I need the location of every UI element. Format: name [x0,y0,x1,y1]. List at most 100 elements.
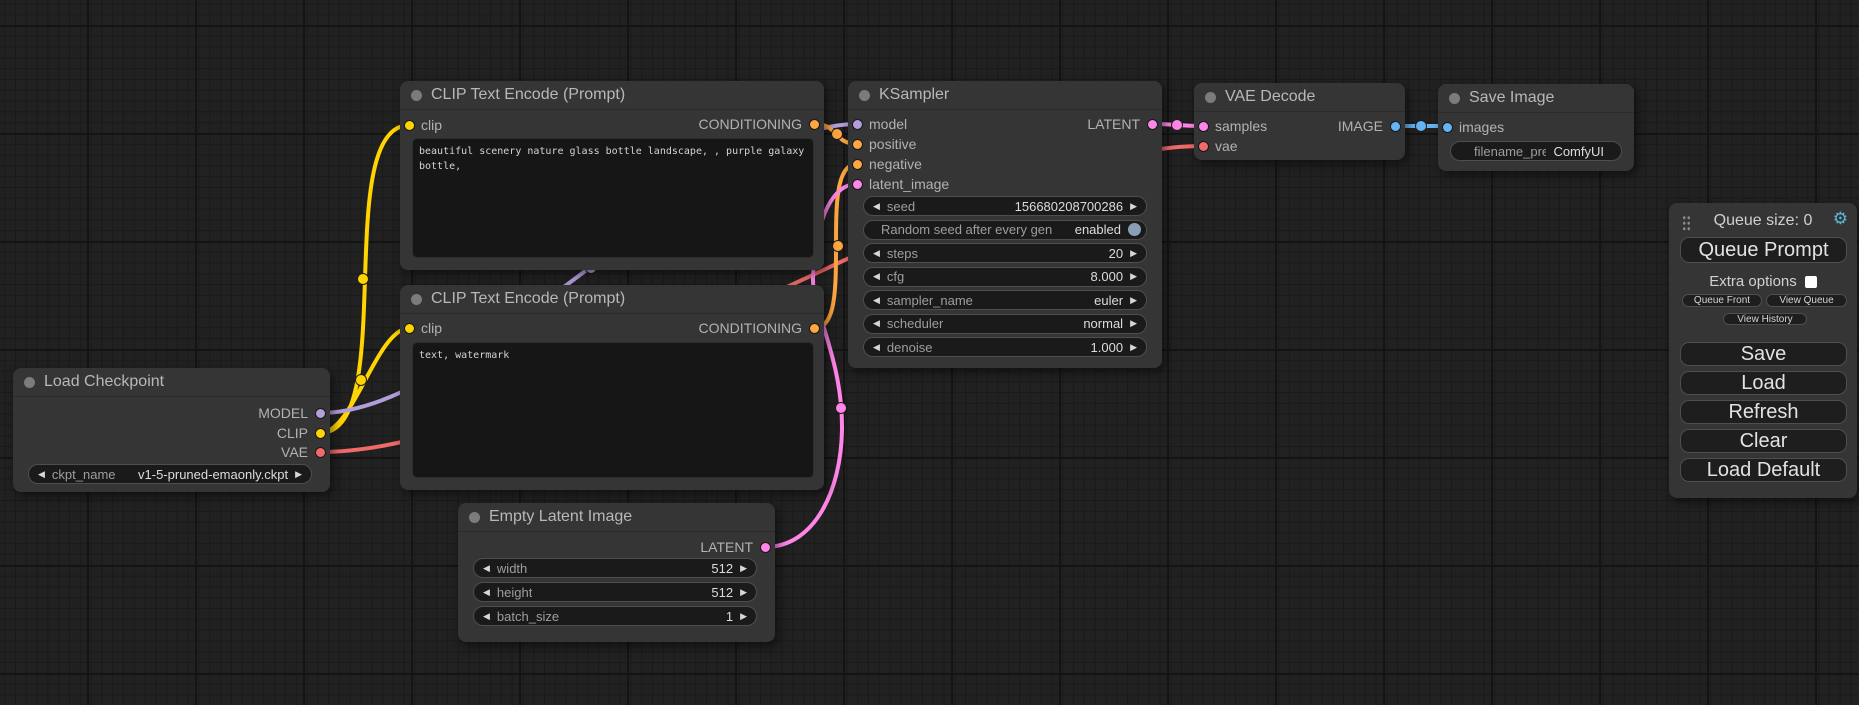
output-port-clip[interactable] [315,428,326,439]
increment-arrow-icon[interactable]: ▶ [1130,249,1137,258]
save-button[interactable]: Save [1680,342,1847,366]
widget-width[interactable]: ◀ width 512 ▶ [473,558,757,578]
input-label-clip: clip [421,116,442,134]
node-title-bar[interactable]: CLIP Text Encode (Prompt) [400,285,824,314]
output-port-latent[interactable] [1147,119,1158,130]
node-clip-text-encode-negative[interactable]: CLIP Text Encode (Prompt) clip CONDITION… [400,285,824,490]
input-port-images[interactable] [1442,122,1453,133]
output-port-vae[interactable] [315,447,326,458]
refresh-button[interactable]: Refresh [1680,400,1847,424]
widget-denoise[interactable]: ◀ denoise 1.000 ▶ [863,337,1147,357]
extra-options-checkbox[interactable] [1805,276,1817,288]
output-port-conditioning[interactable] [809,119,820,130]
node-collapse-dot[interactable] [411,90,422,101]
node-title-bar[interactable]: Save Image [1438,84,1634,113]
node-title-bar[interactable]: Empty Latent Image [458,503,775,532]
increment-arrow-icon[interactable]: ▶ [740,612,747,621]
widget-sampler-name[interactable]: ◀ sampler_name euler ▶ [863,290,1147,310]
widget-steps[interactable]: ◀ steps 20 ▶ [863,243,1147,263]
output-port-image[interactable] [1390,121,1401,132]
increment-arrow-icon[interactable]: ▶ [1130,296,1137,305]
node-title-bar[interactable]: CLIP Text Encode (Prompt) [400,81,824,110]
node-title-bar[interactable]: Load Checkpoint [13,368,330,397]
queue-prompt-button[interactable]: Queue Prompt [1680,237,1847,263]
node-title: Load Checkpoint [44,373,164,391]
increment-arrow-icon[interactable]: ▶ [740,564,747,573]
input-port-latent-image[interactable] [852,179,863,190]
input-label-model: model [869,115,907,133]
toggle-knob[interactable] [1128,223,1141,236]
decrement-arrow-icon[interactable]: ◀ [873,319,880,328]
extra-options-label: Extra options [1709,273,1797,290]
node-title-bar[interactable]: KSampler [848,81,1162,110]
view-queue-button[interactable]: View Queue [1766,294,1847,307]
input-port-clip[interactable] [404,323,415,334]
increment-arrow-icon[interactable]: ▶ [1130,319,1137,328]
input-port-positive[interactable] [852,139,863,150]
decrement-arrow-icon[interactable]: ◀ [38,470,45,479]
widget-label: denoise [887,340,933,355]
widget-label: height [497,585,532,600]
output-port-latent[interactable] [760,542,771,553]
input-port-clip[interactable] [404,120,415,131]
input-port-samples[interactable] [1198,121,1209,132]
node-collapse-dot[interactable] [24,377,35,388]
link-dot [1416,121,1427,132]
decrement-arrow-icon[interactable]: ◀ [873,272,880,281]
decrement-arrow-icon[interactable]: ◀ [873,343,880,352]
node-empty-latent-image[interactable]: Empty Latent Image LATENT ◀ width 512 ▶ … [458,503,775,642]
widget-ckpt-name[interactable]: ◀ ckpt_name v1-5-pruned-emaonly.ckpt ▶ [28,464,312,484]
node-vae-decode[interactable]: VAE Decode samples vae IMAGE [1194,83,1405,160]
node-save-image[interactable]: Save Image images filename_prefix ComfyU… [1438,84,1634,171]
decrement-arrow-icon[interactable]: ◀ [483,564,490,573]
widget-label: seed [887,199,915,214]
widget-seed[interactable]: ◀ seed 156680208700286 ▶ [863,196,1147,216]
prompt-textarea[interactable]: text, watermark [412,342,814,478]
load-default-button[interactable]: Load Default [1680,458,1847,482]
widget-random-seed-toggle[interactable]: Random seed after every gen enabled [863,220,1147,240]
node-collapse-dot[interactable] [1449,93,1460,104]
widget-batch-size[interactable]: ◀ batch_size 1 ▶ [473,606,757,626]
node-collapse-dot[interactable] [411,294,422,305]
node-collapse-dot[interactable] [469,512,480,523]
node-ksampler[interactable]: KSampler model positive negative latent_… [848,81,1162,368]
increment-arrow-icon[interactable]: ▶ [740,588,747,597]
widget-label: steps [887,246,918,261]
increment-arrow-icon[interactable]: ▶ [1130,202,1137,211]
widget-cfg[interactable]: ◀ cfg 8.000 ▶ [863,267,1147,287]
widget-label: ckpt_name [52,467,116,482]
prompt-textarea[interactable]: beautiful scenery nature glass bottle la… [412,138,814,258]
node-title-bar[interactable]: VAE Decode [1194,83,1405,112]
widget-value: euler [1094,293,1123,308]
clear-button[interactable]: Clear [1680,429,1847,453]
decrement-arrow-icon[interactable]: ◀ [873,296,880,305]
input-port-negative[interactable] [852,159,863,170]
load-button[interactable]: Load [1680,371,1847,395]
increment-arrow-icon[interactable]: ▶ [1130,272,1137,281]
output-port-conditioning[interactable] [809,323,820,334]
widget-height[interactable]: ◀ height 512 ▶ [473,582,757,602]
increment-arrow-icon[interactable]: ▶ [295,470,302,479]
decrement-arrow-icon[interactable]: ◀ [483,588,490,597]
queue-front-button[interactable]: Queue Front [1682,294,1762,307]
widget-scheduler[interactable]: ◀ scheduler normal ▶ [863,314,1147,334]
decrement-arrow-icon[interactable]: ◀ [483,612,490,621]
input-port-vae[interactable] [1198,141,1209,152]
node-load-checkpoint[interactable]: Load Checkpoint MODEL CLIP VAE ◀ ckpt_na… [13,368,330,492]
node-title: Save Image [1469,89,1554,107]
increment-arrow-icon[interactable]: ▶ [1130,343,1137,352]
widget-label: cfg [887,269,904,284]
node-collapse-dot[interactable] [1205,92,1216,103]
decrement-arrow-icon[interactable]: ◀ [873,202,880,211]
widget-value: 1.000 [1091,340,1124,355]
input-label-positive: positive [869,135,916,153]
gear-icon[interactable]: ⚙ [1833,210,1848,227]
view-history-button[interactable]: View History [1723,313,1807,325]
node-clip-text-encode-positive[interactable]: CLIP Text Encode (Prompt) clip CONDITION… [400,81,824,270]
widget-filename-prefix[interactable]: filename_prefix ComfyUI [1450,141,1622,161]
input-port-model[interactable] [852,119,863,130]
node-collapse-dot[interactable] [859,90,870,101]
output-port-model[interactable] [315,408,326,419]
decrement-arrow-icon[interactable]: ◀ [873,249,880,258]
widget-label: batch_size [497,609,559,624]
